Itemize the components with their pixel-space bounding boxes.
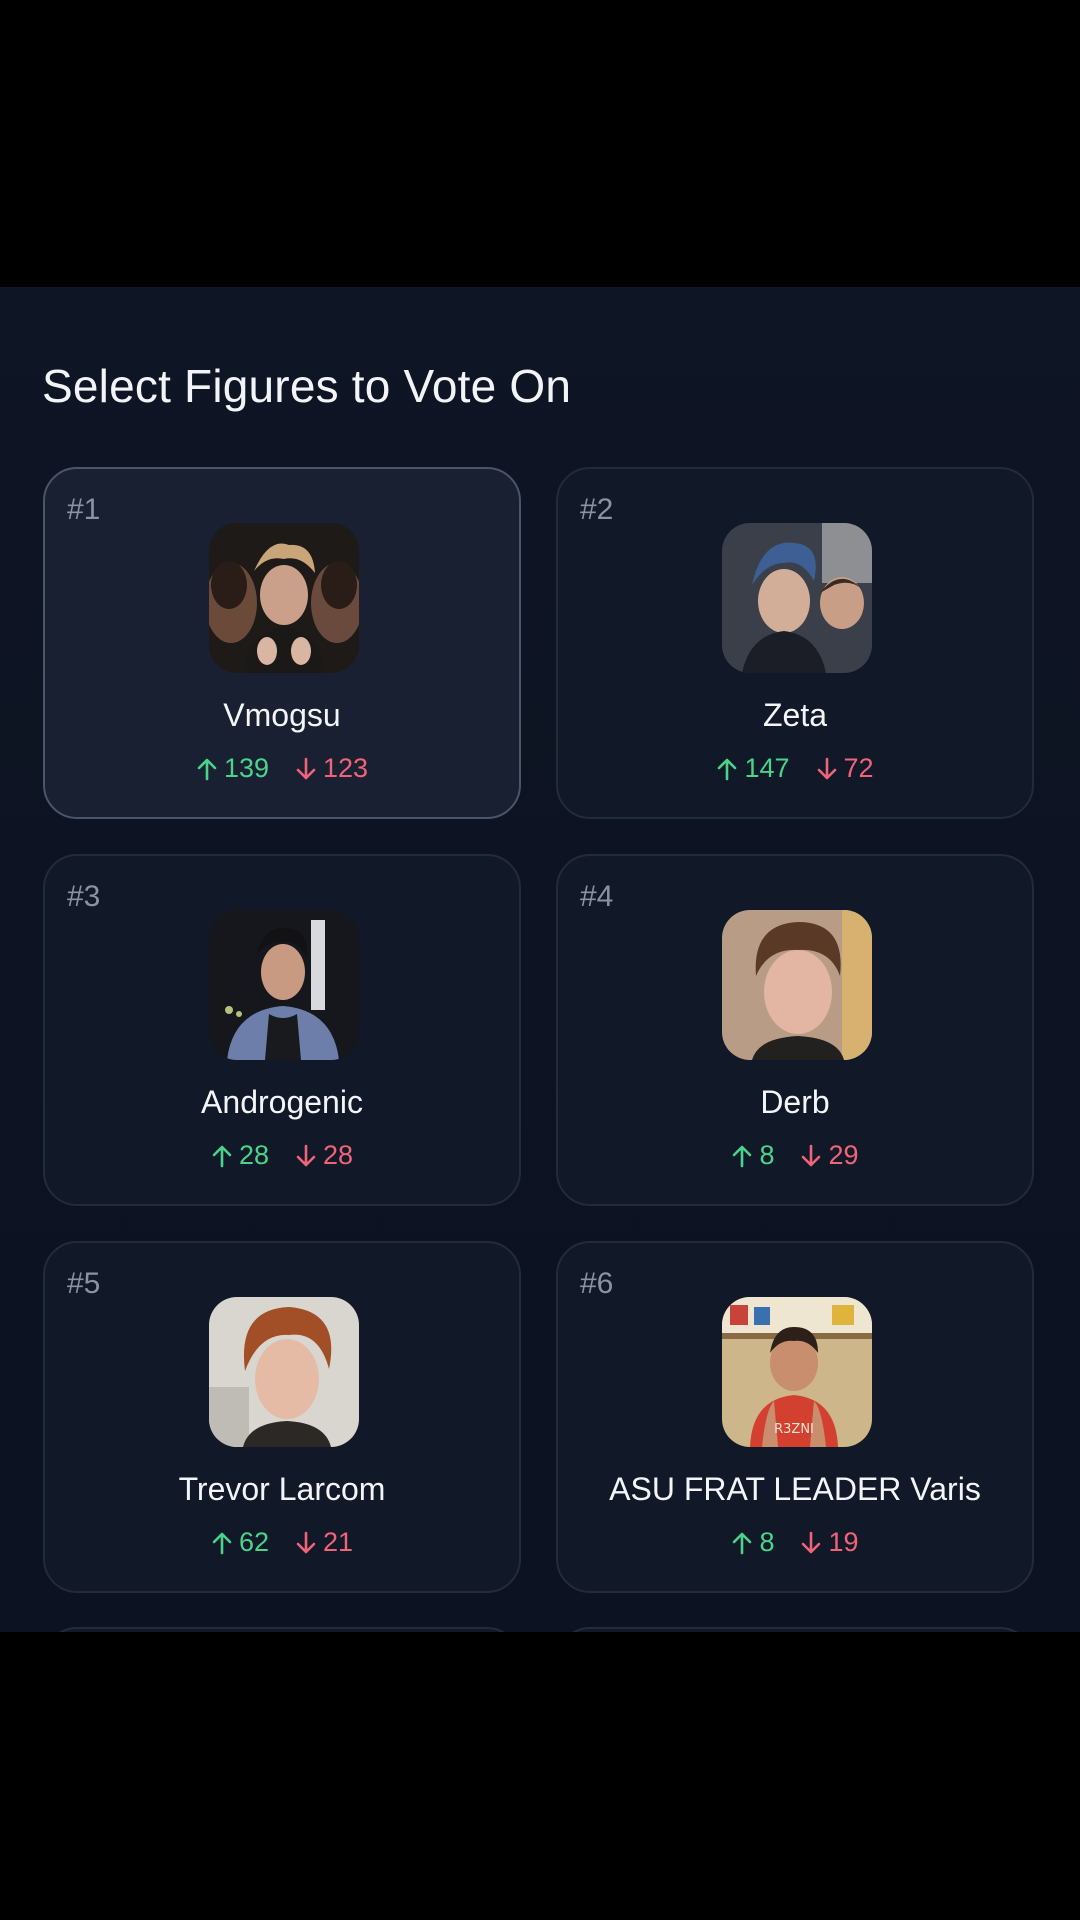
bottom-letterbox — [0, 1632, 1080, 1920]
figure-name: Androgenic — [201, 1084, 363, 1120]
figure-card[interactable]: #2 Zeta 147 72 — [556, 467, 1034, 819]
figure-rank: #1 — [67, 493, 101, 526]
vote-counts: 8 19 — [558, 1527, 1032, 1558]
figure-rank: #6 — [580, 1267, 614, 1300]
downvote-value: 19 — [828, 1527, 859, 1557]
upvote-value: 28 — [238, 1140, 269, 1170]
figure-avatar — [722, 910, 872, 1060]
figure-card[interactable]: #1 Vmogsu 139 123 — [43, 467, 521, 819]
upvote-value: 8 — [759, 1140, 775, 1170]
figure-card[interactable]: #3 Androgenic 28 28 — [43, 854, 521, 1206]
figure-rank: #4 — [580, 880, 614, 913]
downvote-value: 21 — [323, 1527, 354, 1557]
arrow-down-icon — [296, 1144, 316, 1166]
figure-avatar — [209, 1297, 359, 1447]
arrow-down-icon — [802, 1531, 821, 1553]
downvote-value: 72 — [843, 753, 874, 783]
vote-counts: 8 29 — [558, 1140, 1032, 1171]
downvote-count[interactable]: 72 — [816, 753, 874, 784]
downvote-count[interactable]: 28 — [295, 1140, 353, 1171]
vote-page[interactable]: Select Figures to Vote On #1 Vmogsu 139 — [0, 287, 1080, 1632]
arrow-down-icon — [296, 1531, 316, 1553]
figure-avatar: R3ZNI — [722, 1297, 872, 1447]
svg-text:R3ZNI: R3ZNI — [774, 1422, 814, 1437]
figure-name: Trevor Larcom — [178, 1471, 386, 1507]
top-letterbox — [0, 0, 1080, 287]
figure-avatar — [209, 910, 359, 1060]
arrow-up-icon — [197, 758, 217, 780]
figure-rank: #3 — [67, 880, 101, 913]
arrow-down-icon — [817, 757, 836, 779]
figure-card[interactable]: #6 R3ZNI ASU FRAT LEADER Varis 8 19 — [556, 1241, 1034, 1593]
arrow-up-icon — [733, 1532, 752, 1554]
upvote-count[interactable]: 62 — [211, 1527, 269, 1558]
arrow-up-icon — [212, 1145, 232, 1167]
downvote-count[interactable]: 21 — [295, 1527, 353, 1558]
upvote-value: 8 — [759, 1527, 775, 1557]
downvote-count[interactable]: 123 — [295, 753, 368, 784]
figure-rank: #5 — [67, 1267, 101, 1300]
figure-name: Vmogsu — [223, 697, 341, 733]
arrow-down-icon — [802, 1144, 821, 1166]
downvote-count[interactable]: 29 — [800, 1140, 859, 1171]
upvote-count[interactable]: 139 — [196, 753, 269, 784]
downvote-value: 28 — [323, 1140, 354, 1170]
vote-counts: 147 72 — [558, 753, 1032, 784]
vote-counts: 28 28 — [45, 1140, 519, 1171]
figure-card[interactable]: #4 Derb 8 29 — [556, 854, 1034, 1206]
downvote-value: 29 — [828, 1140, 859, 1170]
figure-avatar — [722, 523, 872, 673]
figure-name: Derb — [760, 1084, 830, 1120]
upvote-count[interactable]: 8 — [731, 1527, 774, 1558]
vote-counts: 139 123 — [45, 753, 519, 784]
upvote-count[interactable]: 147 — [716, 753, 790, 784]
downvote-count[interactable]: 19 — [800, 1527, 859, 1558]
vote-counts: 62 21 — [45, 1527, 519, 1558]
downvote-value: 123 — [323, 753, 369, 783]
figure-card[interactable]: #5 Trevor Larcom 62 21 — [43, 1241, 521, 1593]
page-title: Select Figures to Vote On — [42, 360, 572, 412]
arrow-up-icon — [718, 758, 737, 780]
arrow-up-icon — [212, 1532, 232, 1554]
upvote-value: 139 — [223, 753, 269, 783]
figure-name: ASU FRAT LEADER Varis — [609, 1471, 981, 1507]
arrow-up-icon — [733, 1145, 752, 1167]
figure-name: Zeta — [762, 697, 828, 733]
upvote-count[interactable]: 28 — [211, 1140, 269, 1171]
figure-avatar — [209, 523, 359, 673]
arrow-down-icon — [296, 757, 316, 779]
upvote-value: 62 — [238, 1527, 269, 1557]
upvote-count[interactable]: 8 — [731, 1140, 774, 1171]
upvote-value: 147 — [744, 753, 790, 783]
figure-rank: #2 — [580, 493, 614, 526]
